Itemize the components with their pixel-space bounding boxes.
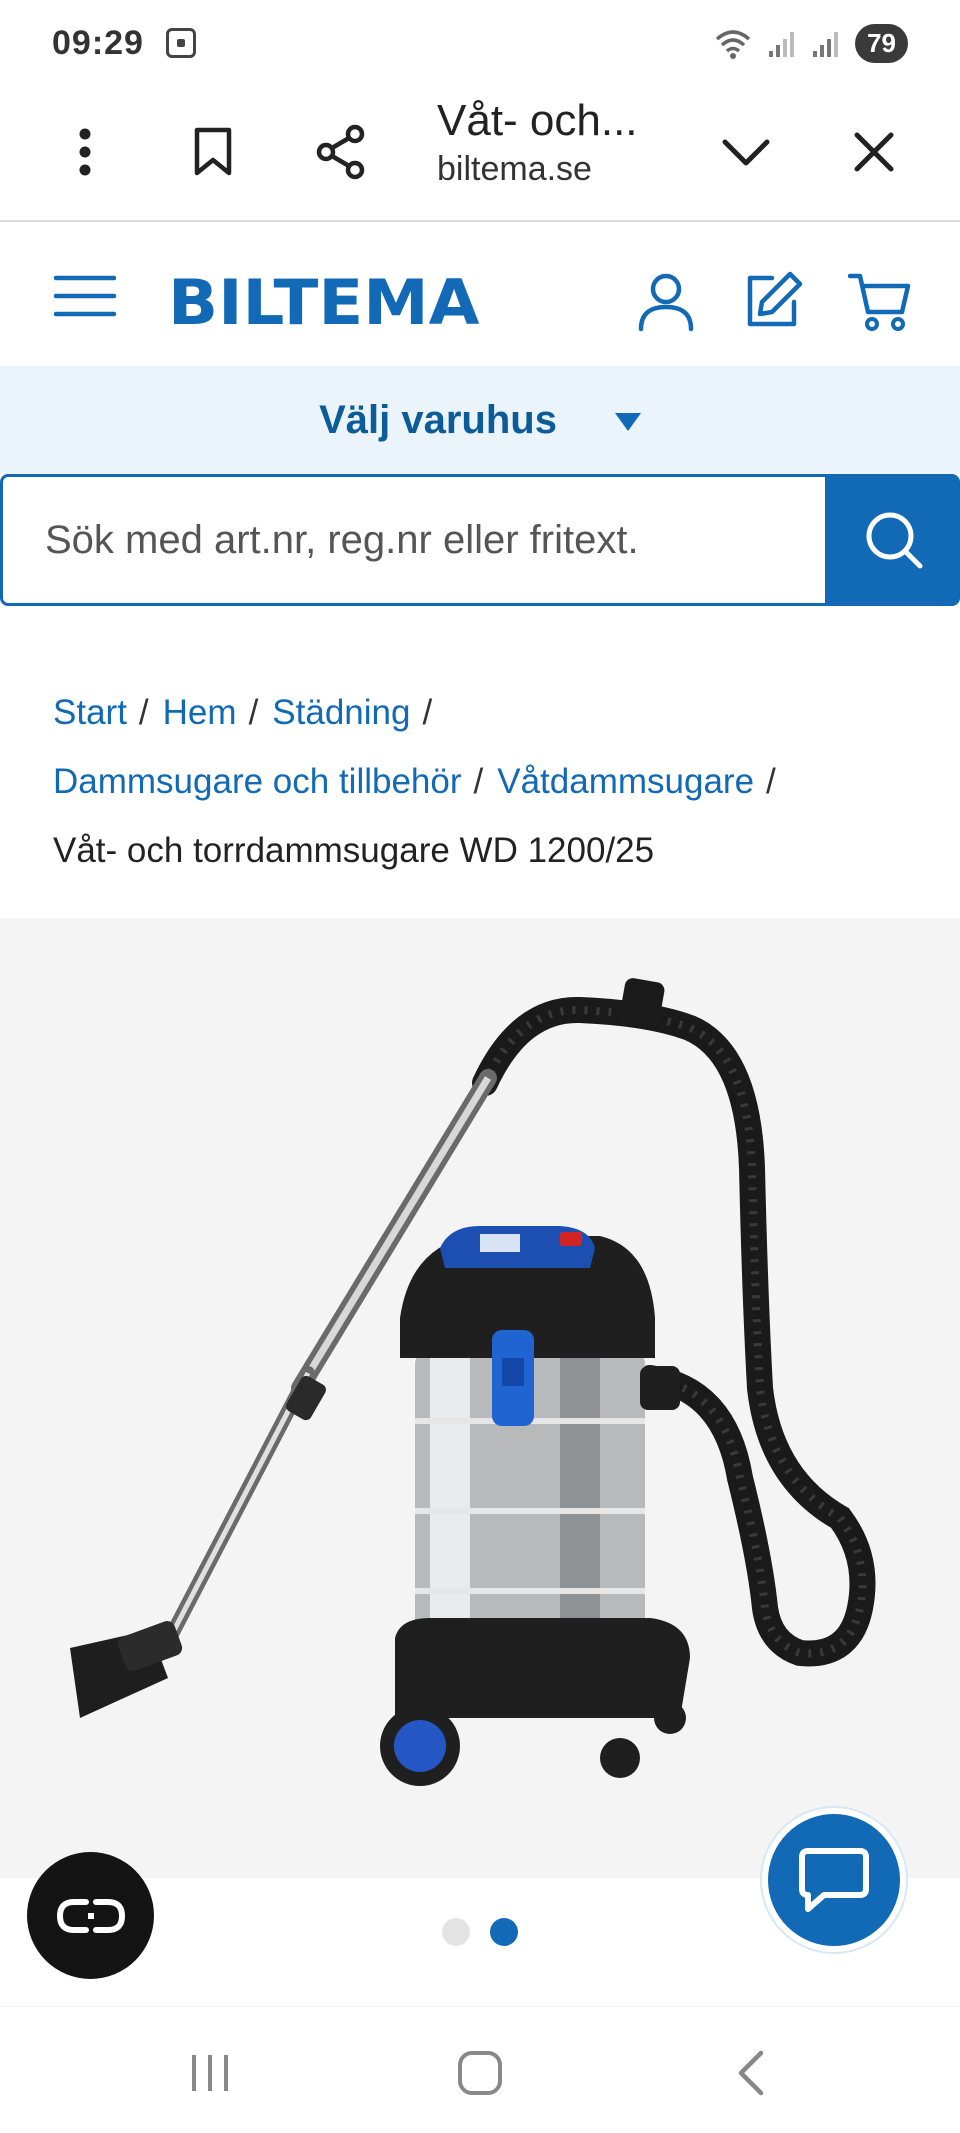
product-image[interactable] — [0, 918, 960, 1878]
site-header: BILTEMA — [0, 224, 960, 366]
cart-icon[interactable] — [847, 270, 912, 339]
caret-down-icon — [614, 413, 641, 431]
back-icon[interactable] — [720, 2043, 780, 2103]
search-bar — [0, 474, 960, 606]
close-icon[interactable] — [842, 120, 906, 184]
chat-icon — [799, 1848, 869, 1912]
link-icon — [56, 1898, 125, 1933]
store-selector-label: Välj varuhus — [319, 397, 557, 442]
search-input[interactable] — [0, 474, 828, 606]
edit-icon[interactable] — [742, 270, 804, 337]
breadcrumb-link-start[interactable]: Start — [53, 693, 127, 732]
recent-apps-icon[interactable] — [180, 2043, 240, 2103]
carousel-dot[interactable] — [442, 1918, 470, 1946]
biltema-logo[interactable]: BILTEMA — [168, 266, 480, 339]
breadcrumb-separator: / — [422, 693, 433, 732]
breadcrumb-separator: / — [473, 762, 484, 801]
bookmark-icon[interactable] — [181, 120, 245, 184]
breadcrumb-link-stadning[interactable]: Städning — [272, 693, 410, 732]
page-url: biltema.se — [437, 150, 592, 188]
chat-button[interactable] — [762, 1808, 906, 1952]
wifi-icon — [715, 29, 751, 59]
breadcrumb-separator: / — [766, 762, 776, 801]
status-bar: 09:29 79 — [0, 0, 960, 86]
breadcrumb-current: Våt- och torrdammsugare WD 1200/25 — [53, 831, 655, 870]
system-nav-bar — [0, 2006, 960, 2133]
wet-dry-vacuum-image — [70, 978, 876, 1786]
signal-icon — [813, 31, 839, 57]
menu-icon[interactable] — [53, 274, 117, 323]
status-icons: 79 — [713, 24, 908, 63]
search-icon — [866, 512, 923, 569]
breadcrumb: Start / Hem / Städning / Dammsugare och tillb… — [53, 678, 933, 885]
carousel-dot-active[interactable] — [490, 1918, 518, 1946]
user-icon[interactable] — [636, 272, 696, 337]
browser-tab-bar: Våt- och... biltema.se — [0, 86, 960, 222]
search-button[interactable] — [828, 474, 960, 606]
breadcrumb-separator: / — [248, 693, 259, 732]
breadcrumb-link-hem[interactable]: Hem — [163, 693, 237, 732]
chevron-down-icon[interactable] — [714, 120, 778, 184]
breadcrumb-link-vatdammsugare[interactable]: Våtdammsugare — [497, 762, 754, 801]
share-icon[interactable] — [309, 120, 373, 184]
home-icon[interactable] — [450, 2043, 510, 2103]
accessibility-button[interactable] — [27, 1852, 154, 1979]
signal-icon — [769, 31, 795, 57]
breadcrumb-separator: / — [138, 693, 149, 732]
more-vertical-icon[interactable] — [53, 120, 117, 184]
store-selector[interactable]: Välj varuhus — [0, 366, 960, 474]
screen-record-icon — [165, 28, 196, 58]
battery-indicator: 79 — [855, 24, 908, 63]
status-time: 09:29 — [52, 23, 144, 62]
page-title: Våt- och... — [437, 96, 638, 145]
breadcrumb-link-dammsugare[interactable]: Dammsugare och tillbehör — [53, 762, 462, 801]
